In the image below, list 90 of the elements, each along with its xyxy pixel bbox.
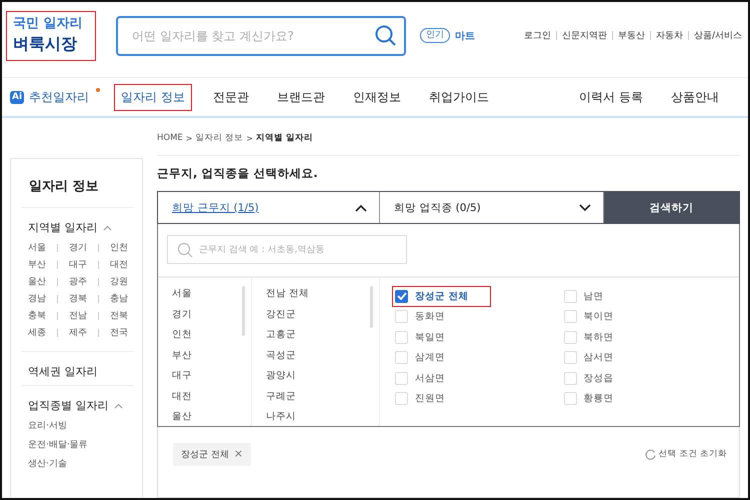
region-link[interactable]: 전국 xyxy=(110,326,128,339)
list-item[interactable]: 고흥군 xyxy=(266,329,379,342)
nav-link[interactable]: 인재정보 xyxy=(346,84,408,110)
breadcrumb-link[interactable]: 지역별 일자리 xyxy=(256,132,313,144)
region-link[interactable]: 서울 xyxy=(28,241,46,254)
region-link[interactable]: 충남 xyxy=(110,292,128,305)
nav-link[interactable]: 브랜드관 xyxy=(270,84,332,110)
breadcrumb-link[interactable]: 일자리 정보 xyxy=(196,132,244,144)
breadcrumb-separator: > xyxy=(246,134,253,142)
search-icon xyxy=(177,242,193,258)
popular-keyword-link[interactable]: 마트 xyxy=(455,28,475,42)
nav-link[interactable]: 일자리 정보 xyxy=(114,84,192,110)
refresh-icon xyxy=(644,448,656,460)
region-link[interactable]: 인천 xyxy=(110,241,128,254)
checkbox-item[interactable]: 황룡면 xyxy=(560,388,636,409)
checkbox[interactable] xyxy=(395,290,408,303)
sidebar-section-link[interactable]: 역세권 일자리 xyxy=(21,364,98,379)
checkbox-item[interactable]: 북이면 xyxy=(560,306,636,327)
checkbox-item[interactable]: 장성읍 xyxy=(560,368,636,388)
region-link[interactable]: 광주 xyxy=(69,275,87,288)
list-item[interactable]: 부산 xyxy=(172,350,251,362)
reset-link[interactable]: 선택 조건 초기화 xyxy=(644,448,727,460)
region-link[interactable]: 부산 xyxy=(28,258,46,271)
list-item[interactable]: 울산 xyxy=(172,411,251,424)
top-link[interactable]: 로그인 xyxy=(524,29,551,42)
checkbox-item[interactable]: 진원면 xyxy=(392,388,468,409)
top-link[interactable]: 신문지역판 xyxy=(562,29,607,42)
sidebar-title: 일자리 정보 xyxy=(28,178,100,196)
chip-label: 장성군 전체 xyxy=(181,448,229,460)
remove-button[interactable]: × xyxy=(234,449,244,459)
section-heading: 근무지, 업직종을 선택하세요. xyxy=(157,166,319,181)
top-link[interactable]: 부동산 xyxy=(618,29,645,42)
region-link[interactable]: 세종 xyxy=(28,326,46,339)
region-link[interactable]: 경남 xyxy=(28,292,46,305)
region-link[interactable]: 울산 xyxy=(28,275,46,288)
category-link[interactable]: 운전·배달·물류 xyxy=(28,438,134,451)
list-item[interactable]: 나주시 xyxy=(266,411,379,424)
nav-link[interactable]: 전문관 xyxy=(206,84,256,110)
nav-link[interactable]: 취업가이드 xyxy=(422,84,496,110)
list-item[interactable]: 광양시 xyxy=(266,370,379,382)
breadcrumb-link[interactable]: HOME xyxy=(157,133,183,143)
category-link[interactable]: 생산·기술 xyxy=(28,457,134,470)
region-link[interactable]: 대전 xyxy=(110,258,128,271)
list-item[interactable]: 강진군 xyxy=(266,308,379,321)
chevron-down-icon xyxy=(579,204,591,212)
search-icon xyxy=(375,24,397,46)
new-dot xyxy=(96,88,100,92)
search-field[interactable]: 어떤 일자리를 찾고 계신가요? xyxy=(116,16,406,56)
checkbox-item[interactable]: 북일면 xyxy=(392,327,468,348)
list-item[interactable]: 서울 xyxy=(172,288,251,300)
list-item[interactable]: 곡성군 xyxy=(266,350,379,362)
ai-badge: Ai xyxy=(10,90,24,104)
top-link[interactable]: 상품/서비스 xyxy=(694,29,742,42)
checkbox-item[interactable]: 북하면 xyxy=(560,327,636,348)
search-button[interactable]: 검색하기 xyxy=(604,192,739,223)
category-link[interactable]: 요리·서빙 xyxy=(28,419,134,432)
popular-badge: 인기 xyxy=(420,28,450,43)
checkbox-item[interactable]: 삼계면 xyxy=(392,348,468,368)
list-item[interactable]: 인천 xyxy=(172,329,251,342)
region-link[interactable]: 강원 xyxy=(110,275,128,288)
scrollbar[interactable] xyxy=(242,286,245,336)
nav-link[interactable]: 상품안내 xyxy=(664,84,726,110)
checkbox-item[interactable]: 장성군 전체 xyxy=(392,286,492,306)
checkbox-item[interactable]: 서삼면 xyxy=(392,368,468,388)
region-link[interactable]: 경북 xyxy=(69,292,87,305)
checkbox-item[interactable]: 동화면 xyxy=(392,306,468,327)
top-link[interactable]: 자동차 xyxy=(656,29,683,42)
region-link[interactable]: 경기 xyxy=(69,241,87,254)
sidebar-section-link[interactable]: 업직종별 일자리 xyxy=(21,398,108,413)
region-link[interactable]: 전북 xyxy=(110,309,128,322)
nav-link[interactable]: 추천일자리 xyxy=(24,84,96,110)
checkbox-item[interactable]: 삼서면 xyxy=(560,348,636,368)
region-link[interactable]: 제주 xyxy=(69,326,87,339)
checkbox-item[interactable]: 남면 xyxy=(560,286,626,306)
region-link[interactable]: 충북 xyxy=(28,309,46,322)
list-item[interactable]: 구례군 xyxy=(266,390,379,403)
nav-link[interactable]: 이력서 등록 xyxy=(572,84,650,110)
list-item[interactable]: 전남 전체 xyxy=(266,288,379,300)
chevron-up-icon xyxy=(355,204,367,212)
list-item[interactable]: 대전 xyxy=(172,390,251,403)
breadcrumb-separator: > xyxy=(186,134,192,142)
scrollbar[interactable] xyxy=(370,286,373,328)
area-search-field[interactable]: 근무지 검색 예 : 서초동,역삼동 xyxy=(167,235,407,264)
checkmark-icon xyxy=(396,292,406,300)
list-item[interactable]: 대구 xyxy=(172,370,251,382)
logo[interactable]: 국민 일자리 벼룩시장 xyxy=(6,10,96,60)
region-link[interactable]: 대구 xyxy=(69,258,87,271)
region-link[interactable]: 전남 xyxy=(69,309,87,322)
sidebar-section-link[interactable]: 지역별 일자리 xyxy=(21,220,98,235)
list-item[interactable]: 경기 xyxy=(172,308,251,321)
